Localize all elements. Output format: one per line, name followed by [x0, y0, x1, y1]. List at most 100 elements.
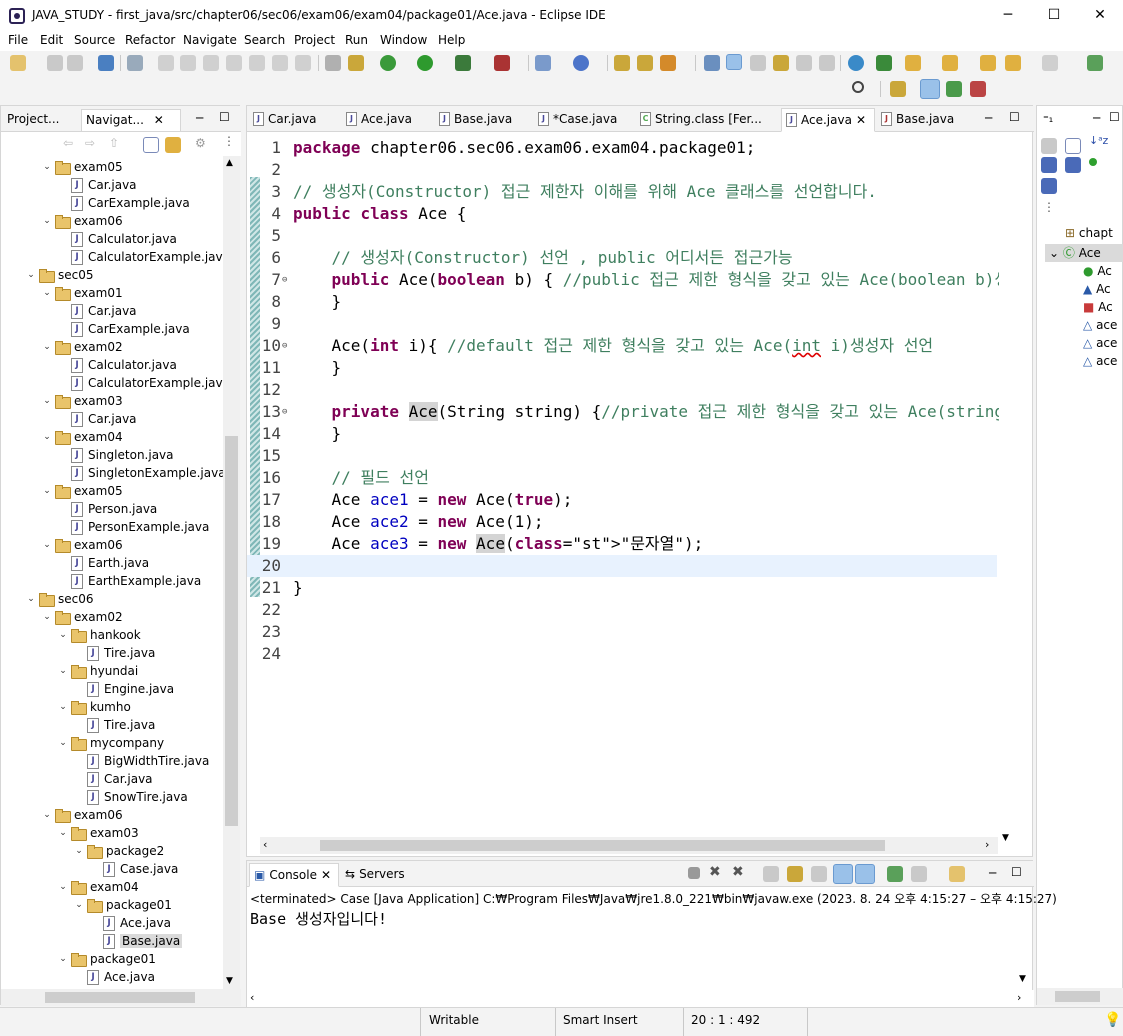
- hscroll-thumb[interactable]: [320, 840, 885, 851]
- tree-file[interactable]: J SingletonExample.java: [69, 464, 223, 482]
- code-line[interactable]: 22: [247, 599, 997, 621]
- pin-editor-icon[interactable]: [1087, 55, 1103, 71]
- scroll-down-icon[interactable]: ▼: [1002, 833, 1009, 843]
- editor-tab-base-2[interactable]: J Base.java: [877, 108, 958, 132]
- close-tab-icon[interactable]: ✕: [856, 113, 866, 131]
- search-icon[interactable]: [852, 81, 864, 93]
- code-line[interactable]: 10 ⊖ Ace(int i){ //default 접근 제한 형식을 갖고 있…: [247, 335, 997, 357]
- chevron-down-icon[interactable]: ⌄: [41, 432, 53, 442]
- skip-breakpoints-icon[interactable]: [127, 55, 143, 71]
- hscroll-thumb[interactable]: [45, 992, 195, 1003]
- refresh-icon[interactable]: [876, 55, 892, 71]
- disconnect-icon[interactable]: [226, 55, 242, 71]
- tree-file[interactable]: J Car.java: [85, 770, 153, 788]
- tree-file[interactable]: J Singleton.java: [69, 446, 174, 464]
- editor-vertical-scrollbar[interactable]: ▼: [999, 133, 1016, 851]
- chevron-down-icon[interactable]: ⌄: [57, 738, 69, 748]
- debug-icon[interactable]: [380, 55, 396, 71]
- tree-file[interactable]: J Earth.java: [69, 554, 149, 572]
- tree-folder[interactable]: ⌄ exam06: [41, 212, 123, 230]
- code-line[interactable]: 24: [247, 643, 997, 665]
- resume-icon[interactable]: [158, 55, 174, 71]
- tree-horizontal-scrollbar[interactable]: [1, 989, 241, 1006]
- editor-horizontal-scrollbar[interactable]: ‹ ›: [260, 837, 998, 854]
- open-type-hierarchy-icon[interactable]: [614, 55, 630, 71]
- terminate-icon[interactable]: [203, 55, 219, 71]
- outline-member[interactable]: △ ace: [1083, 336, 1117, 350]
- tab-console[interactable]: ▣ Console ✕: [249, 863, 339, 887]
- chevron-down-icon[interactable]: ⌄: [41, 288, 53, 298]
- menu-help[interactable]: Help: [438, 33, 465, 47]
- tree-file[interactable]: J Engine.java: [85, 680, 174, 698]
- tree-folder[interactable]: ⌄ exam03: [57, 824, 139, 842]
- chevron-down-icon[interactable]: ⌄: [57, 702, 69, 712]
- code-line[interactable]: 19 Ace ace3 = new Ace(class="st">"문자열");: [247, 533, 997, 555]
- maximize-button[interactable]: ☐: [1031, 0, 1077, 31]
- console-output[interactable]: Base 생성자입니다!: [250, 908, 387, 929]
- tree-file[interactable]: J CarExample.java: [69, 320, 190, 338]
- tab-servers[interactable]: ⇆ Servers: [341, 863, 409, 887]
- suspend-icon[interactable]: [180, 55, 196, 71]
- insert-mode-status[interactable]: Smart Insert: [563, 1013, 638, 1027]
- tree-file[interactable]: J SnowTire.java: [85, 788, 188, 806]
- show-on-stderr-icon[interactable]: [855, 864, 875, 884]
- editor-tab-base[interactable]: J Base.java: [435, 108, 516, 132]
- tree-file[interactable]: J PersonExample.java: [69, 518, 209, 536]
- debug-perspective-icon[interactable]: [946, 81, 962, 97]
- tree-file[interactable]: J Base.java: [101, 932, 183, 950]
- java-perspective-icon[interactable]: [920, 79, 940, 99]
- tree-folder[interactable]: ⌄ exam02: [41, 338, 123, 356]
- step-into-icon[interactable]: [249, 55, 265, 71]
- tree-file[interactable]: J Car.java: [69, 410, 137, 428]
- code-line[interactable]: 5: [247, 225, 997, 247]
- code-line[interactable]: 8 }: [247, 291, 997, 313]
- code-line[interactable]: 3 // 생성자(Constructor) 접근 제한자 이해를 위해 Ace 클…: [247, 181, 997, 203]
- pin-console-icon[interactable]: [887, 866, 903, 882]
- code-line[interactable]: 1 package chapter06.sec06.exam06.exam04.p…: [247, 137, 997, 159]
- outline-member[interactable]: △ ace: [1083, 354, 1117, 368]
- close-tab-icon[interactable]: ✕: [321, 868, 331, 886]
- tree-file[interactable]: J CalculatorExample.java: [69, 248, 223, 266]
- outline-class[interactable]: ⌄ Ⓒ Ace: [1045, 244, 1123, 262]
- menu-run[interactable]: Run: [345, 33, 368, 47]
- maximize-editor-icon[interactable]: ☐: [1009, 110, 1020, 124]
- clear-console-icon[interactable]: [763, 866, 779, 882]
- editor-tab-ace-active[interactable]: J Ace.java ✕: [781, 108, 875, 132]
- remove-all-icon[interactable]: ✖: [732, 864, 744, 880]
- menu-search[interactable]: Search: [244, 33, 285, 47]
- scroll-left-icon[interactable]: ‹: [263, 838, 267, 851]
- tree-folder[interactable]: ⌄ exam06: [41, 536, 123, 554]
- open-type-icon[interactable]: [348, 55, 364, 71]
- back-nav-icon[interactable]: ⇦: [63, 136, 73, 150]
- code-line[interactable]: 13 ⊖ private Ace(String string) {//privat…: [247, 401, 1004, 423]
- tree-file[interactable]: J Calculator.java: [69, 230, 177, 248]
- tree-folder[interactable]: ⌄ package2: [73, 842, 164, 860]
- scroll-down-icon[interactable]: ▼: [1019, 974, 1026, 984]
- chevron-down-icon[interactable]: ⌄: [57, 882, 69, 892]
- chevron-down-icon[interactable]: ⌄: [57, 630, 69, 640]
- forward-icon[interactable]: [1042, 55, 1058, 71]
- new-class-icon[interactable]: [573, 55, 589, 71]
- chevron-down-icon[interactable]: ⌄: [41, 342, 53, 352]
- menu-navigate[interactable]: Navigate: [183, 33, 237, 47]
- editor-icon[interactable]: [796, 55, 812, 71]
- last-edit-location-icon[interactable]: [980, 55, 996, 71]
- tree-folder[interactable]: ⌄ sec05: [25, 266, 94, 284]
- tree-file[interactable]: J Ace.java: [85, 968, 155, 986]
- code-area[interactable]: 1 package chapter06.sec06.exam06.exam04.p…: [247, 133, 1014, 851]
- tree-folder[interactable]: ⌄ exam06: [41, 806, 123, 824]
- forward-nav-icon[interactable]: ⇨: [85, 136, 95, 150]
- view-menu-icon[interactable]: ⋮: [223, 134, 235, 148]
- step-return-icon[interactable]: [295, 55, 311, 71]
- external-tools-icon[interactable]: [494, 55, 510, 71]
- tree-folder[interactable]: ⌄ hankook: [57, 626, 141, 644]
- show-on-stdout-icon[interactable]: [833, 864, 853, 884]
- tree-folder[interactable]: ⌄ sec06: [25, 590, 94, 608]
- console-vscroll[interactable]: ▼: [1016, 888, 1033, 990]
- chevron-down-icon[interactable]: ⌄: [41, 810, 53, 820]
- menu-source[interactable]: Source: [74, 33, 115, 47]
- tree-folder[interactable]: ⌄ exam05: [41, 482, 123, 500]
- run-icon[interactable]: [417, 55, 433, 71]
- code-line[interactable]: 9: [247, 313, 997, 335]
- tip-lightbulb-icon[interactable]: 💡: [1104, 1012, 1121, 1028]
